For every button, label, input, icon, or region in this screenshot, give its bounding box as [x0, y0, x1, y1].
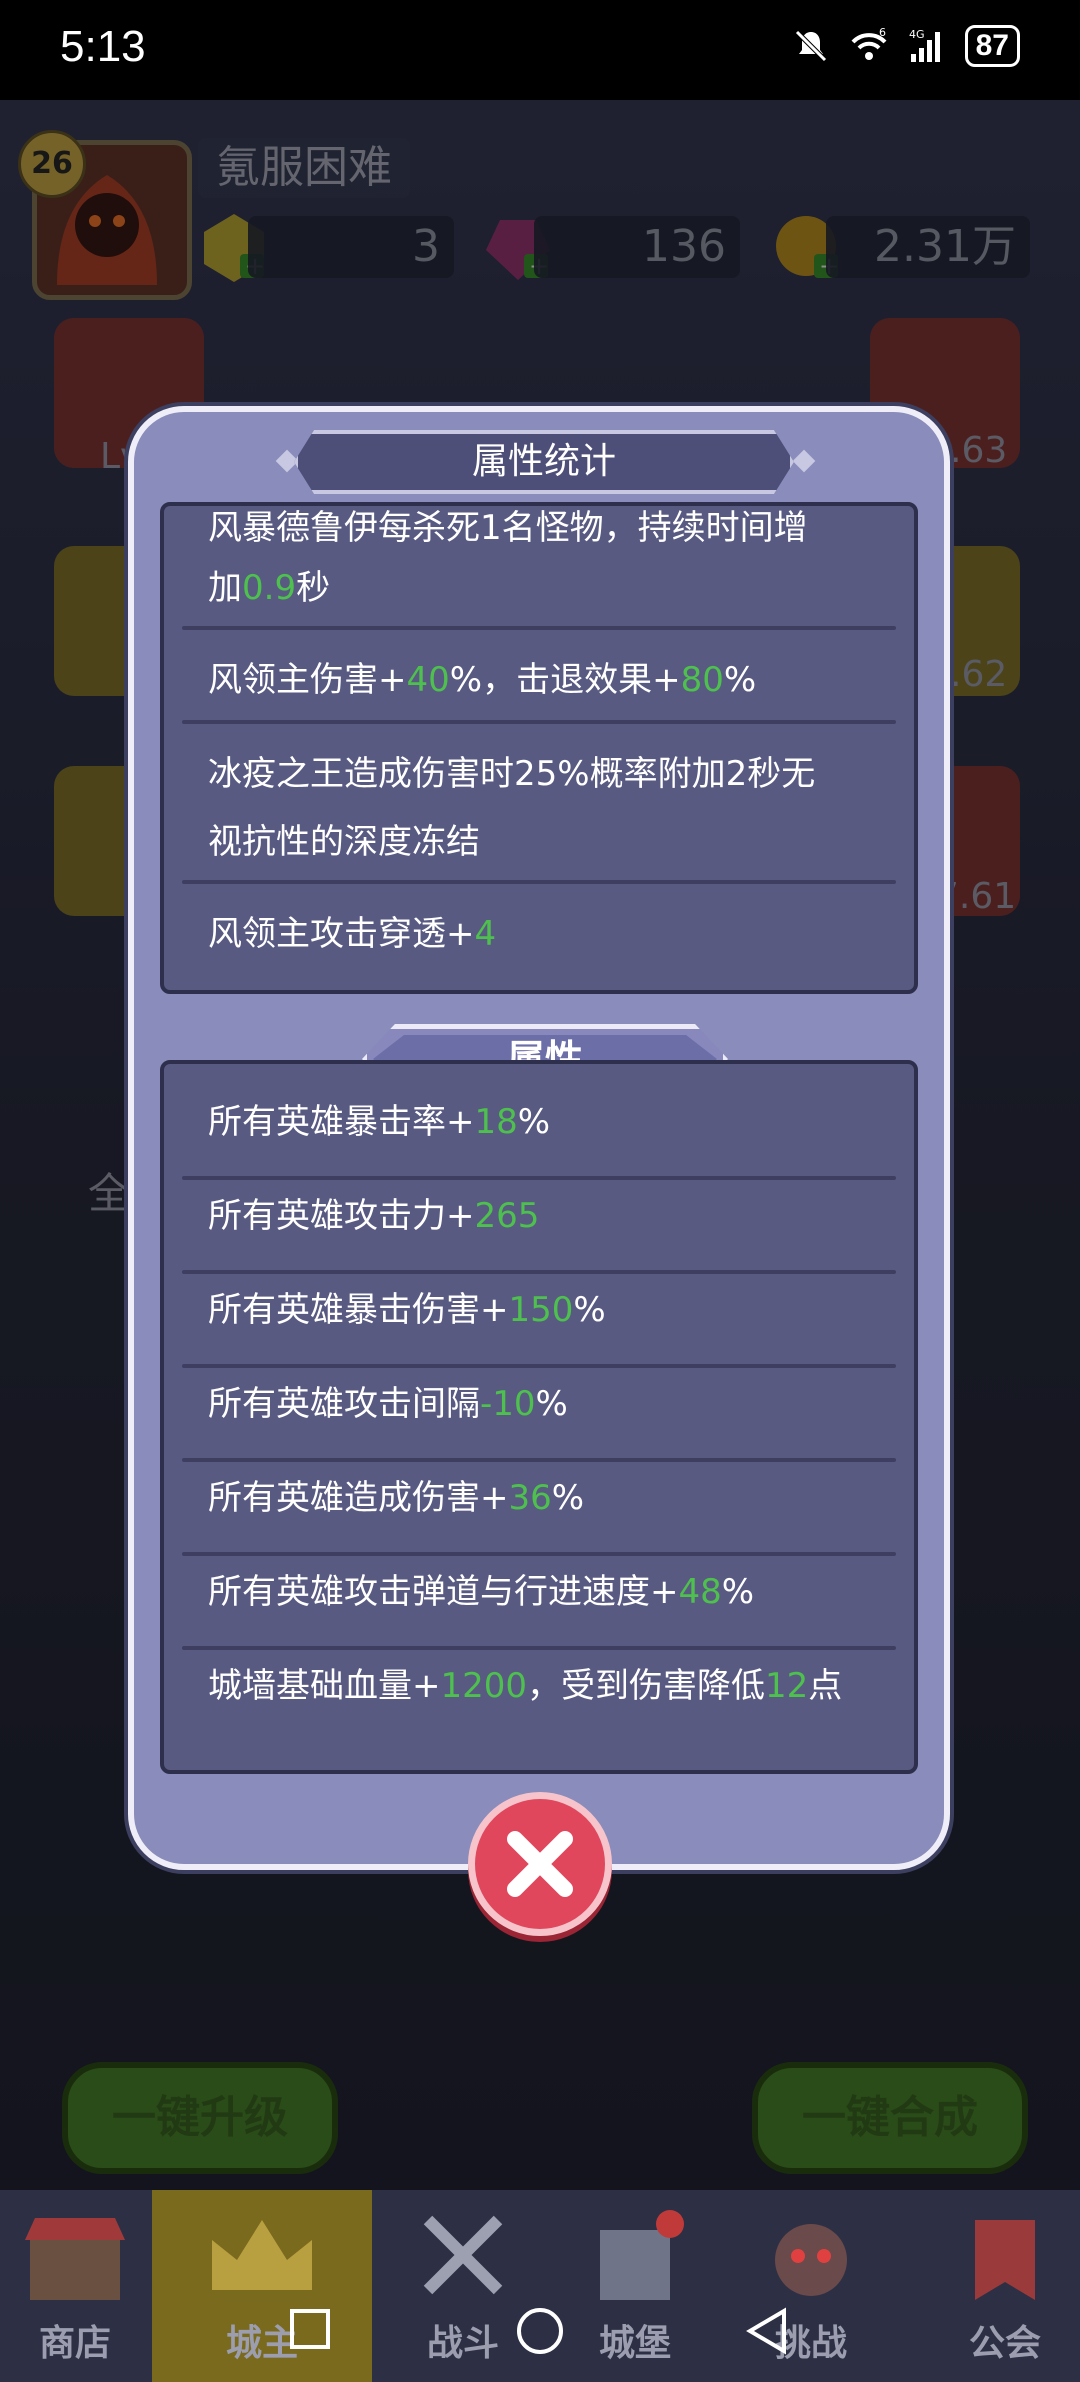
- skull-icon: [775, 2224, 847, 2296]
- nav-label-guild: 公会: [968, 2323, 1041, 2364]
- row-text: %: [551, 1478, 585, 1518]
- nav-label-shop: 商店: [38, 2323, 111, 2364]
- highlight-value: 80: [680, 660, 724, 700]
- close-dialog-button[interactable]: [468, 1792, 612, 1936]
- effect-divider: [182, 880, 896, 884]
- row-text: 加: [208, 568, 242, 608]
- attributes-panel[interactable]: 所有英雄暴击率+18% 所有英雄攻击力+265 所有英雄暴击伤害+150% 所有…: [160, 1060, 918, 1774]
- highlight-value: -10: [480, 1384, 536, 1424]
- highlight-value: 4: [474, 914, 497, 954]
- attribute-stats-dialog: 属性统计 风暴德鲁伊每杀死1名怪物，持续时间增 加0.9秒 风领主伤害+40%，…: [128, 406, 950, 1870]
- swords-icon: [423, 2215, 503, 2295]
- effect-row-5: 风领主攻击穿透+4: [208, 900, 884, 968]
- row-text: %: [517, 1102, 551, 1142]
- effect-row-0: 风暴德鲁伊每杀死1名怪物，持续时间增: [208, 506, 884, 562]
- crown-icon: [212, 2220, 312, 2290]
- close-x-icon: [507, 1831, 573, 1897]
- row-text: ，受到伤害降低: [527, 1666, 766, 1706]
- highlight-value: 12: [765, 1666, 809, 1706]
- attribute-row-4: 所有英雄造成伤害+36%: [208, 1464, 884, 1532]
- row-text: %: [723, 660, 757, 700]
- row-text: 风领主伤害+: [208, 660, 407, 700]
- row-text: 点: [808, 1666, 843, 1706]
- row-text: 城墙基础血量+: [208, 1666, 441, 1706]
- effect-row-4: 视抗性的深度冻结: [208, 808, 884, 876]
- dialog-title: 属性统计: [471, 441, 616, 482]
- attribute-divider: [182, 1458, 896, 1462]
- attribute-divider: [182, 1176, 896, 1180]
- signal-icon: 4G: [909, 28, 940, 62]
- title-ornament-right: [792, 449, 816, 473]
- attribute-divider: [182, 1552, 896, 1556]
- nav-label-castle: 城堡: [598, 2323, 671, 2364]
- status-time: 5:13: [60, 22, 146, 71]
- highlight-value: 36: [508, 1478, 552, 1518]
- nav-guild[interactable]: 公会: [930, 2190, 1080, 2382]
- attribute-row-5: 所有英雄攻击弹道与行进速度+48%: [208, 1558, 884, 1626]
- row-text: 所有英雄造成伤害+: [208, 1478, 509, 1518]
- wifi-badge: 6: [879, 26, 886, 39]
- back-triangle-icon[interactable]: [744, 2305, 792, 2357]
- wifi-icon: 6: [851, 26, 887, 60]
- effect-divider: [182, 626, 896, 630]
- row-text: 视抗性的深度冻结: [208, 822, 480, 862]
- highlight-value: 150: [508, 1290, 574, 1330]
- effect-divider: [182, 720, 896, 724]
- attribute-row-2: 所有英雄暴击伤害+150%: [208, 1276, 884, 1344]
- effect-row-3: 冰疫之王造成伤害时25%概率附加2秒无: [208, 740, 884, 808]
- row-text: 所有英雄暴击率+: [208, 1102, 475, 1142]
- effect-row-1: 加0.9秒: [208, 554, 884, 622]
- attribute-divider: [182, 1270, 896, 1274]
- attribute-divider: [182, 1646, 896, 1650]
- highlight-value: 40: [406, 660, 450, 700]
- attribute-row-6: 城墙基础血量+1200，受到伤害降低12点: [208, 1652, 884, 1720]
- row-text: %: [535, 1384, 568, 1424]
- nav-lord[interactable]: 城主: [152, 2190, 372, 2382]
- row-text: %，击退效果+: [449, 660, 681, 700]
- highlight-value: 0.9: [242, 568, 297, 608]
- highlight-value: 18: [474, 1102, 518, 1142]
- attribute-row-1: 所有英雄攻击力+265: [208, 1182, 884, 1250]
- mute-bell-icon: [794, 30, 827, 62]
- recents-square-icon[interactable]: [286, 2305, 334, 2353]
- nav-castle[interactable]: 城堡: [560, 2190, 710, 2382]
- shop-icon: [25, 2218, 125, 2300]
- castle-icon: [600, 2210, 684, 2300]
- highlight-value: 48: [678, 1572, 722, 1612]
- row-text: 风领主攻击穿透+: [208, 914, 475, 954]
- highlight-value: 1200: [440, 1666, 528, 1706]
- row-text: 秒: [296, 568, 331, 608]
- row-text: %: [721, 1572, 755, 1612]
- highlight-value: 265: [474, 1196, 540, 1236]
- row-text: 所有英雄攻击弹道与行进速度+: [208, 1572, 679, 1612]
- dialog-title-bar: 属性统计: [294, 430, 794, 494]
- banner-icon: [975, 2220, 1035, 2300]
- attribute-row-0: 所有英雄暴击率+18%: [208, 1088, 884, 1156]
- effect-row-2: 风领主伤害+40%，击退效果+80%: [208, 646, 884, 714]
- attribute-divider: [182, 1364, 896, 1368]
- row-text: 所有英雄攻击力+: [208, 1196, 475, 1236]
- row-text: 冰疫之王造成伤害时25%概率附加2秒无: [208, 754, 816, 794]
- nav-label-lord: 城主: [225, 2323, 298, 2364]
- row-text: %: [573, 1290, 606, 1330]
- effects-panel[interactable]: 风暴德鲁伊每杀死1名怪物，持续时间增 加0.9秒 风领主伤害+40%，击退效果+…: [160, 502, 918, 994]
- battery-icon: 87: [964, 25, 1020, 67]
- row-text: 风暴德鲁伊每杀死1名怪物，持续时间增: [208, 508, 808, 548]
- nav-shop[interactable]: 商店: [0, 2190, 150, 2382]
- home-circle-icon[interactable]: [514, 2305, 566, 2357]
- row-text: 所有英雄攻击间隔: [208, 1384, 480, 1424]
- status-bar: 5:13 6 4G 87: [0, 0, 1080, 100]
- attribute-row-3: 所有英雄攻击间隔-10%: [208, 1370, 884, 1438]
- row-text: 所有英雄暴击伤害+: [208, 1290, 509, 1330]
- network-type: 4G: [909, 28, 925, 41]
- status-icons: 6 4G 87: [791, 25, 1020, 67]
